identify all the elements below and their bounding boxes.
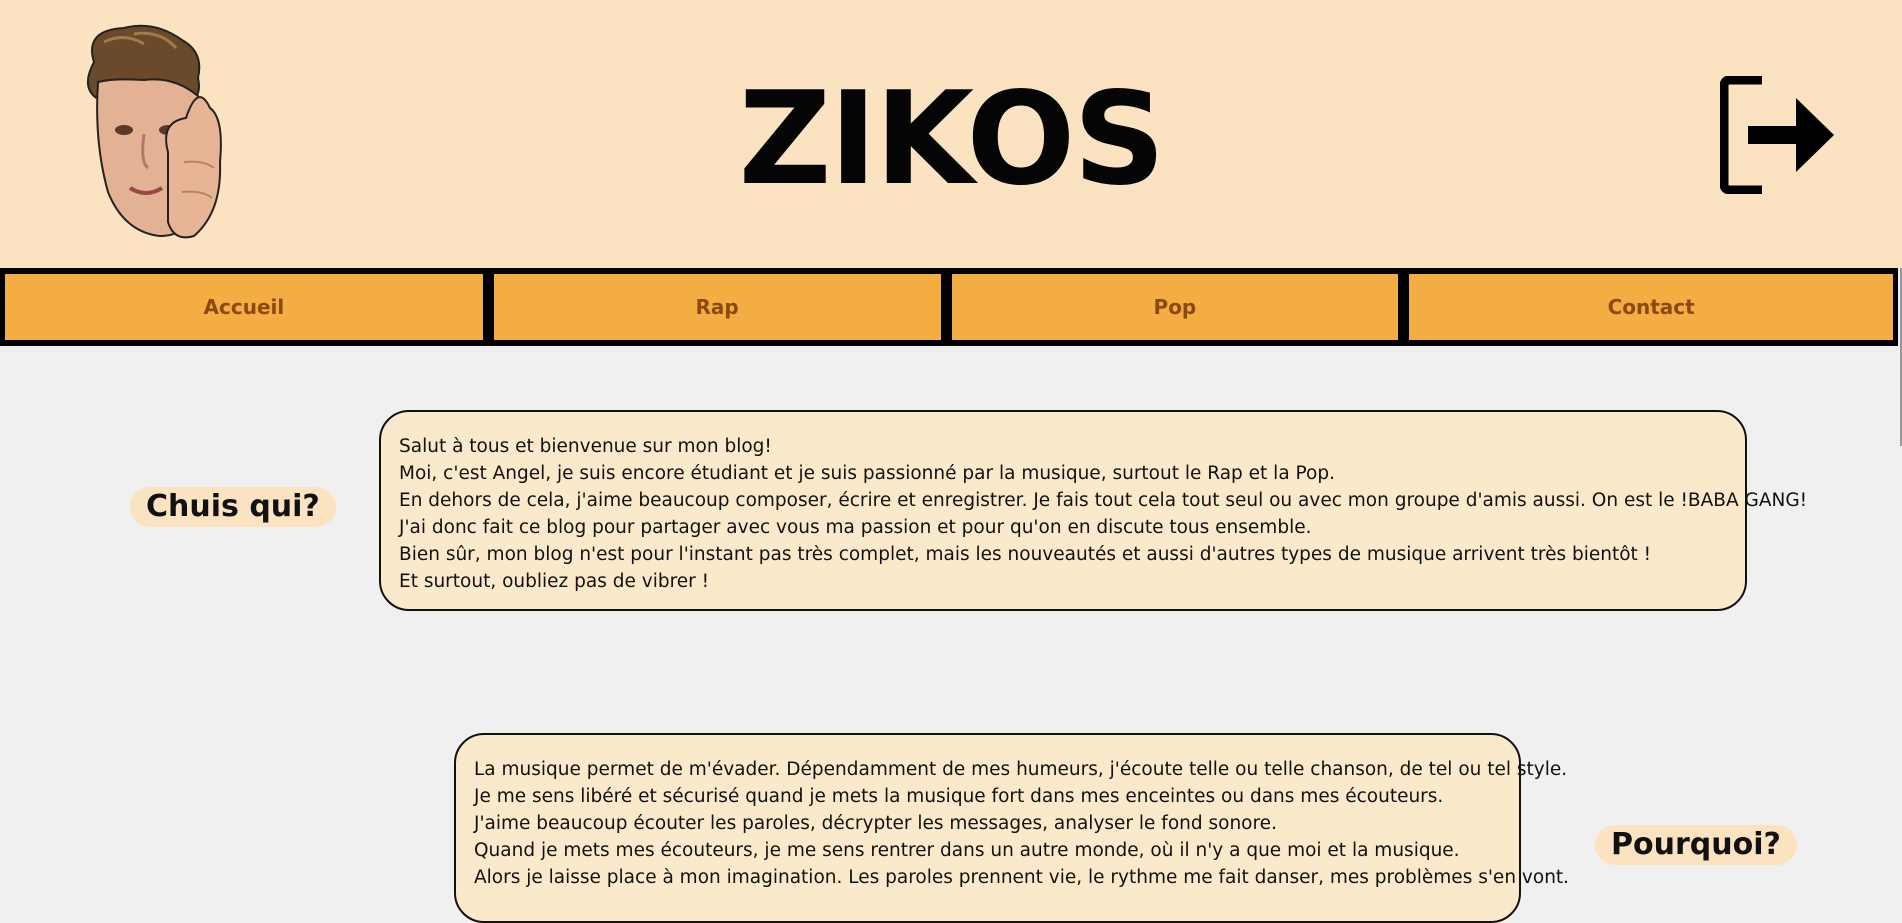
section-label-chuis-qui: Chuis qui? <box>130 487 336 527</box>
site-title: ZIKOS <box>738 65 1166 214</box>
card-line: Moi, c'est Angel, je suis encore étudian… <box>399 463 1335 484</box>
site-header: ZIKOS <box>0 0 1902 268</box>
card-line: La musique permet de m'évader. Dépendamm… <box>474 759 1568 780</box>
nav-item-contact[interactable]: Contact <box>1409 274 1894 340</box>
nav-item-pop[interactable]: Pop <box>951 274 1399 340</box>
card-line: Bien sûr, mon blog n'est pour l'instant … <box>399 544 1652 565</box>
main-navigation: Accueil Rap Pop Contact <box>0 268 1898 346</box>
nav-item-accueil[interactable]: Accueil <box>5 274 483 340</box>
logout-icon[interactable] <box>1720 76 1838 194</box>
card-line: En dehors de cela, j'aime beaucoup compo… <box>399 490 1808 511</box>
why-card: La musique permet de m'évader. Dépendamm… <box>454 733 1569 923</box>
about-card: Salut à tous et bienvenue sur mon blog! … <box>379 410 1808 611</box>
nav-item-rap[interactable]: Rap <box>493 274 941 340</box>
card-line: J'aime beaucoup écouter les paroles, déc… <box>474 813 1277 834</box>
card-line: J'ai donc fait ce blog pour partager ave… <box>399 517 1312 538</box>
card-line: Salut à tous et bienvenue sur mon blog! <box>399 436 772 457</box>
section-label-pourquoi: Pourquoi? <box>1595 825 1797 865</box>
card-line: Et surtout, oubliez pas de vibrer ! <box>399 571 710 592</box>
card-line: Quand je mets mes écouteurs, je me sens … <box>474 840 1460 861</box>
card-line: Je me sens libéré et sécurisé quand je m… <box>474 786 1444 807</box>
